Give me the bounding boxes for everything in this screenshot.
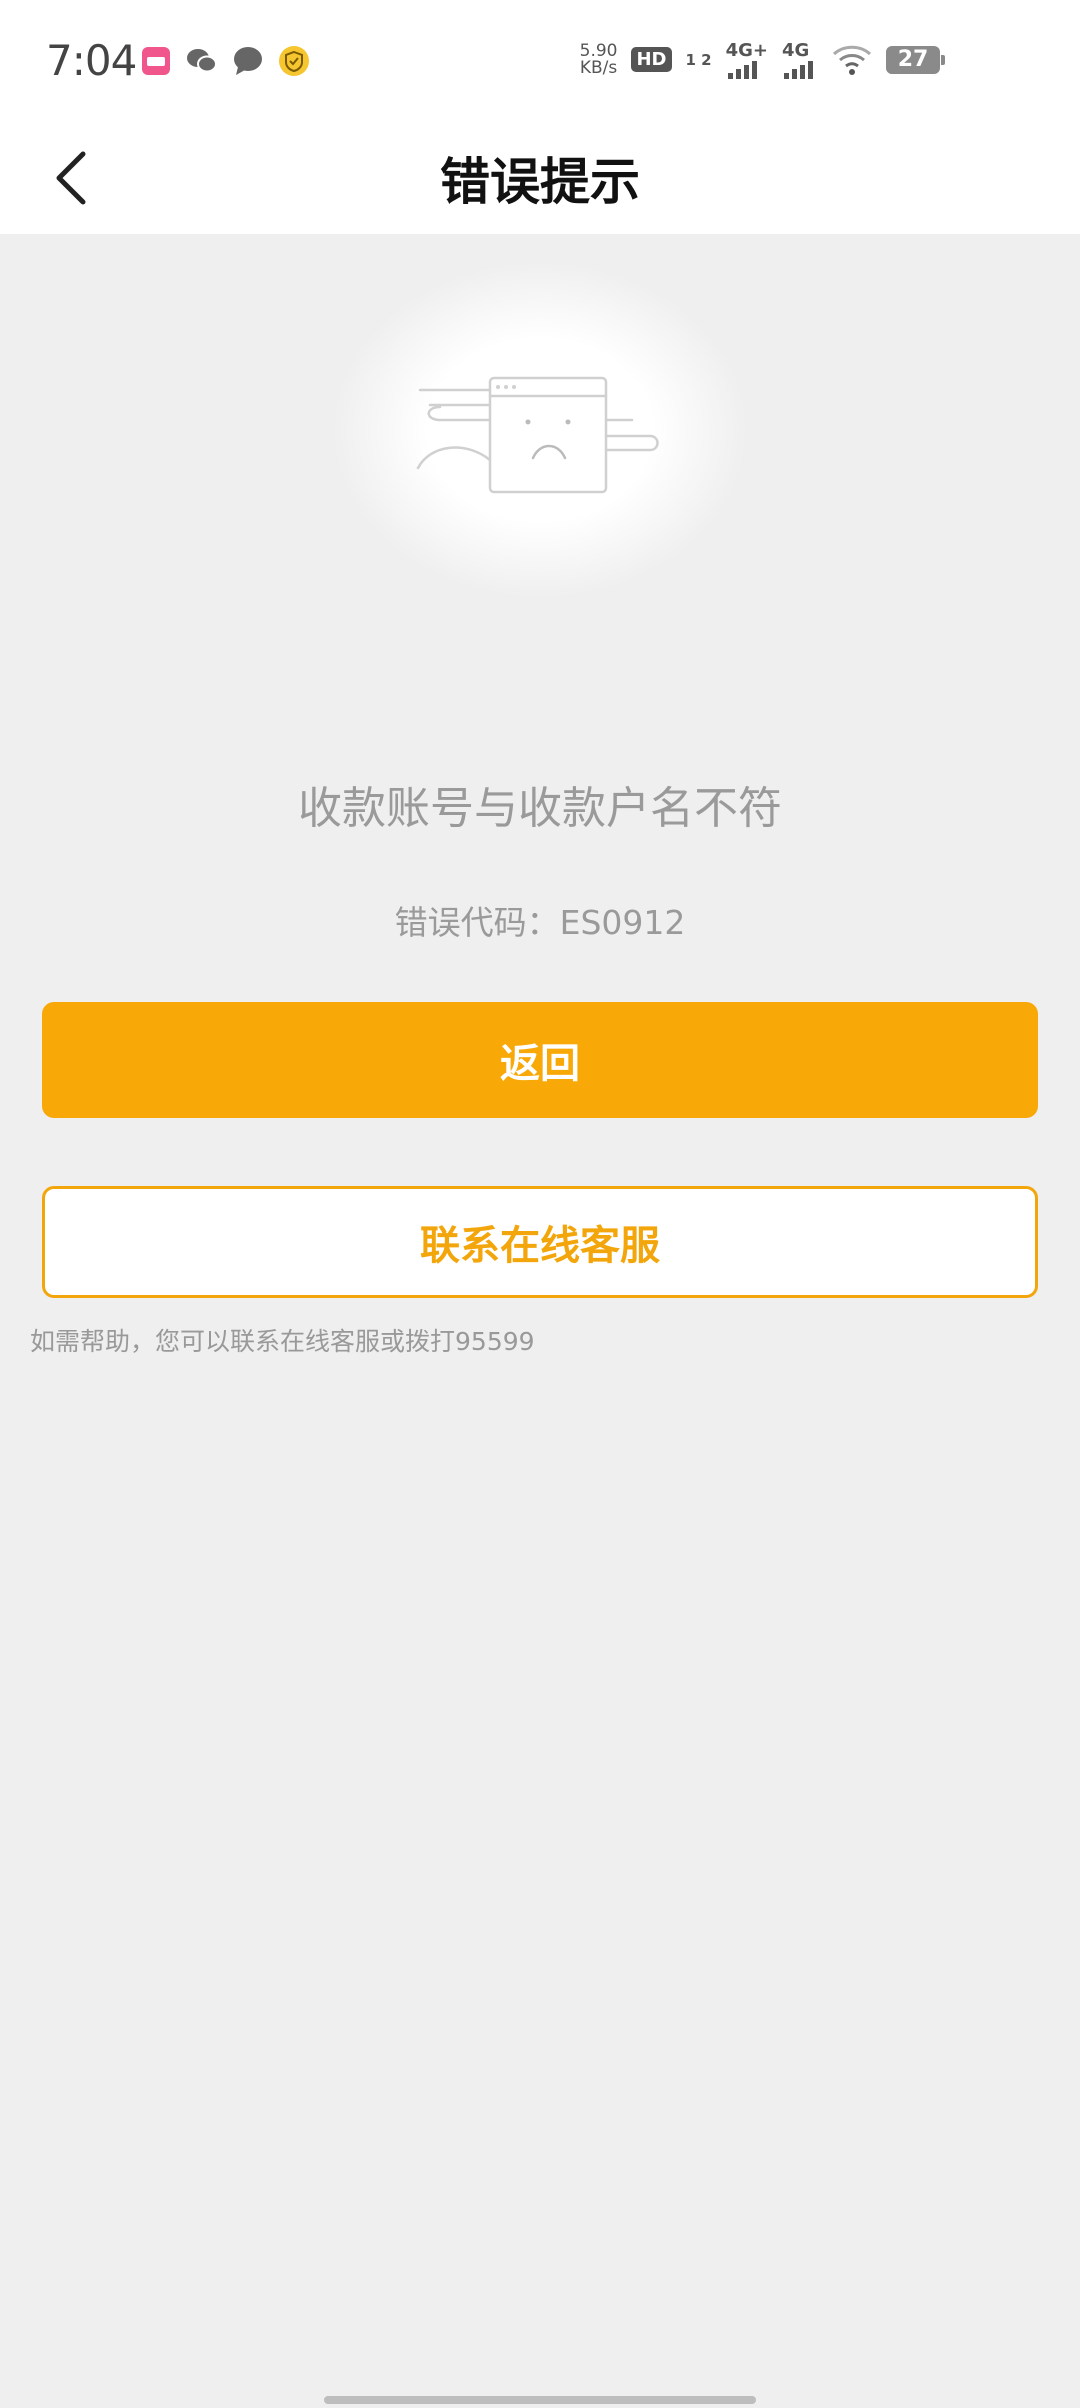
home-indicator[interactable] <box>324 2396 756 2404</box>
signal-4g-label: 4G <box>782 40 810 61</box>
error-message: 收款账号与收款户名不符 <box>298 783 782 834</box>
status-bar: 7:04 5.90 KB/s HD 1 2 4G+ 4G 27 <box>0 0 1080 120</box>
status-time: 7:04 <box>46 36 137 85</box>
help-text: 如需帮助，您可以联系在线客服或拨打95599 <box>30 1327 535 1356</box>
signal-4g: 4G <box>782 40 818 79</box>
notification-icons <box>140 45 310 77</box>
hd-badge: HD <box>631 47 672 72</box>
message-bubble-icon <box>232 45 264 77</box>
wechat-icon <box>186 45 218 77</box>
battery-indicator: 27 <box>886 45 945 74</box>
navigation-bar: 错误提示 <box>0 120 1080 234</box>
hd-sim-label: 1 2 <box>685 50 712 69</box>
signal-4g-plus: 4G+ <box>726 40 768 79</box>
signal-bars-icon <box>784 61 813 79</box>
page-title: 错误提示 <box>440 153 640 211</box>
error-illustration <box>330 260 750 600</box>
shield-icon <box>278 45 310 77</box>
wifi-icon <box>832 45 872 75</box>
network-speed-value: 5.90 <box>579 40 618 61</box>
return-button[interactable]: 返回 <box>42 1002 1038 1118</box>
signal-bars-icon <box>727 61 757 79</box>
sad-browser-window-icon <box>416 376 659 494</box>
network-speed: 5.90 KB/s <box>579 40 618 78</box>
app-badge-icon <box>140 45 172 77</box>
error-code: 错误代码：ES0912 <box>394 903 686 942</box>
contact-service-button[interactable]: 联系在线客服 <box>42 1186 1038 1298</box>
network-speed-unit: KB/s <box>579 57 618 78</box>
system-indicators: 5.90 KB/s HD 1 2 4G+ 4G 27 <box>579 40 945 79</box>
signal-4g-plus-label: 4G+ <box>725 40 768 61</box>
